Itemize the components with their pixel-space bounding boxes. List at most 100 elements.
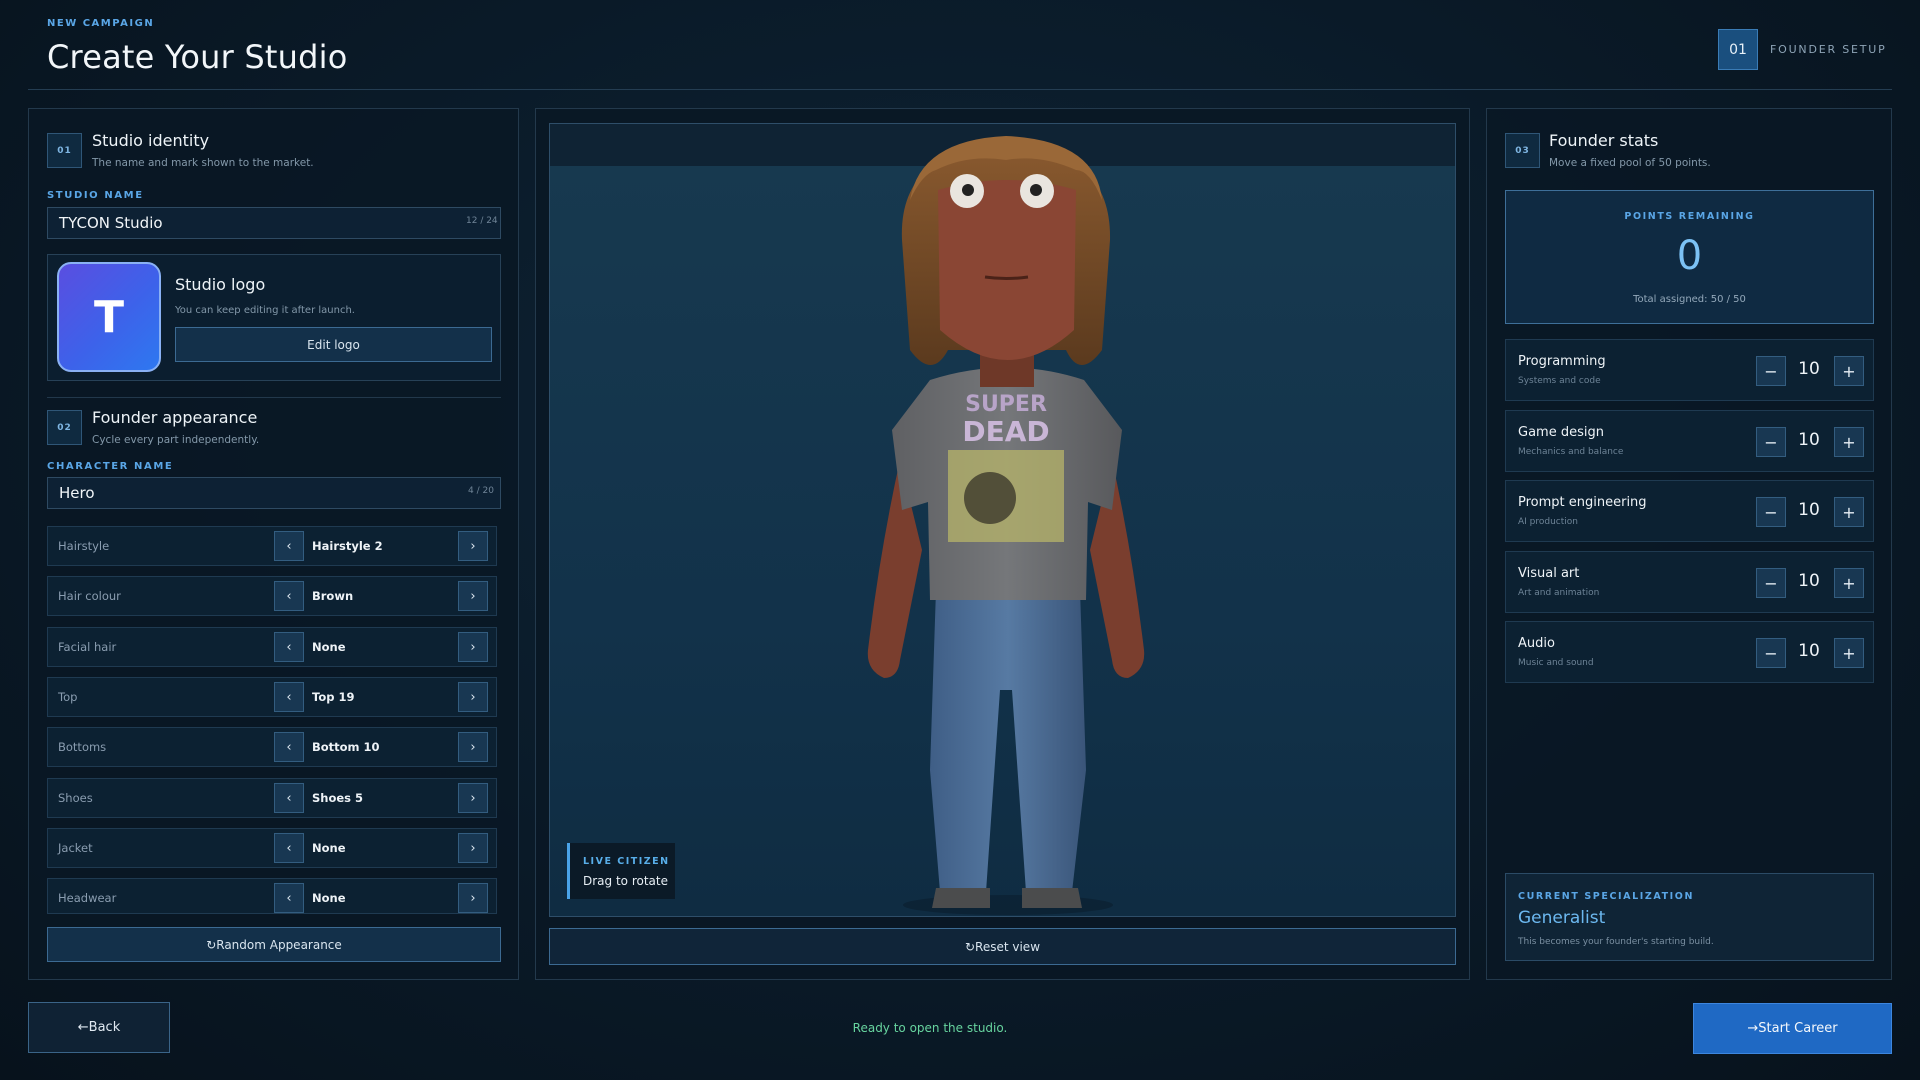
chevron-right-icon[interactable]: ›	[458, 581, 488, 611]
minus-icon[interactable]: −	[1756, 356, 1786, 386]
appearance-row-value: Top 19	[312, 690, 355, 704]
chevron-left-icon[interactable]: ‹	[274, 531, 304, 561]
drag-to-rotate-hint: Drag to rotate	[583, 874, 668, 888]
stat-description: Systems and code	[1518, 376, 1601, 386]
plus-icon[interactable]: +	[1834, 568, 1864, 598]
shirt-text-line-2: DEAD	[962, 415, 1049, 448]
appearance-section-badge: 02	[47, 410, 82, 445]
stat-description: Music and sound	[1518, 658, 1594, 668]
appearance-row-value: Brown	[312, 589, 354, 603]
character-name-label: CHARACTER NAME	[47, 461, 174, 472]
points-remaining-label: POINTS REMAINING	[1624, 211, 1755, 222]
chevron-right-icon[interactable]: ›	[458, 632, 488, 662]
identity-section-subtitle: The name and mark shown to the market.	[92, 157, 314, 169]
stat-row-prompt-engineering: Prompt engineering AI production − 10 +	[1505, 480, 1874, 542]
step-number-badge: 01	[1718, 29, 1758, 70]
character-name-input[interactable]: Hero	[47, 477, 501, 509]
step-label: FOUNDER SETUP	[1770, 43, 1887, 56]
stats-section-subtitle: Move a fixed pool of 50 points.	[1549, 157, 1711, 169]
stat-value: 10	[1798, 571, 1820, 591]
stat-name: Prompt engineering	[1518, 495, 1647, 510]
minus-icon[interactable]: −	[1756, 497, 1786, 527]
random-appearance-button[interactable]: ↻Random Appearance	[47, 927, 501, 962]
plus-icon[interactable]: +	[1834, 427, 1864, 457]
stat-row-game-design: Game design Mechanics and balance − 10 +	[1505, 410, 1874, 472]
studio-logo-tile[interactable]: T	[57, 262, 161, 372]
appearance-row-shoes: Shoes ‹ Shoes 5 ›	[47, 778, 497, 818]
stat-row-audio: Audio Music and sound − 10 +	[1505, 621, 1874, 683]
founder-character-model[interactable]: SUPER DEAD	[840, 130, 1170, 916]
chevron-right-icon[interactable]: ›	[458, 883, 488, 913]
section-divider	[47, 397, 501, 398]
identity-section-badge: 01	[47, 133, 82, 168]
points-remaining-card: POINTS REMAINING 0 Total assigned: 50 / …	[1505, 190, 1874, 324]
chevron-left-icon[interactable]: ‹	[274, 833, 304, 863]
stat-value: 10	[1798, 641, 1820, 661]
studio-name-label: STUDIO NAME	[47, 190, 144, 201]
chevron-left-icon[interactable]: ‹	[274, 732, 304, 762]
chevron-left-icon[interactable]: ‹	[274, 682, 304, 712]
reset-view-button[interactable]: ↻Reset view	[549, 928, 1456, 965]
specialization-value: Generalist	[1518, 908, 1606, 928]
appearance-row-bottoms: Bottoms ‹ Bottom 10 ›	[47, 727, 497, 767]
edit-logo-button[interactable]: Edit logo	[175, 327, 492, 362]
appearance-row-hairstyle: Hairstyle ‹ Hairstyle 2 ›	[47, 526, 497, 566]
character-right-shoe	[1022, 888, 1082, 908]
appearance-row-value: Shoes 5	[312, 791, 364, 805]
chevron-left-icon[interactable]: ‹	[274, 581, 304, 611]
stat-row-programming: Programming Systems and code − 10 +	[1505, 339, 1874, 401]
chevron-left-icon[interactable]: ‹	[274, 632, 304, 662]
start-career-button[interactable]: →Start Career	[1693, 1003, 1892, 1054]
chevron-right-icon[interactable]: ›	[458, 783, 488, 813]
total-assigned-text: Total assigned: 50 / 50	[1633, 294, 1746, 305]
stat-value: 10	[1798, 500, 1820, 520]
plus-icon[interactable]: +	[1834, 356, 1864, 386]
stat-row-visual-art: Visual art Art and animation − 10 +	[1505, 551, 1874, 613]
stat-name: Programming	[1518, 354, 1606, 369]
character-left-pupil	[962, 184, 974, 196]
appearance-row-label: Headwear	[58, 891, 117, 905]
plus-icon[interactable]: +	[1834, 638, 1864, 668]
minus-icon[interactable]: −	[1756, 568, 1786, 598]
stat-description: Mechanics and balance	[1518, 447, 1624, 457]
page-title: Create Your Studio	[47, 38, 348, 76]
appearance-section-subtitle: Cycle every part independently.	[92, 434, 260, 446]
appearance-row-value: None	[312, 891, 346, 905]
appearance-row-facial-hair: Facial hair ‹ None ›	[47, 627, 497, 667]
character-face	[938, 180, 1076, 360]
chevron-right-icon[interactable]: ›	[458, 833, 488, 863]
plus-icon[interactable]: +	[1834, 497, 1864, 527]
stat-description: AI production	[1518, 517, 1578, 527]
chevron-left-icon[interactable]: ‹	[274, 783, 304, 813]
chevron-right-icon[interactable]: ›	[458, 732, 488, 762]
minus-icon[interactable]: −	[1756, 427, 1786, 457]
back-button[interactable]: ←Back	[28, 1002, 170, 1053]
shirt-graphic-figure	[964, 472, 1016, 524]
live-citizen-title: LIVE CITIZEN	[583, 856, 670, 867]
appearance-row-top: Top ‹ Top 19 ›	[47, 677, 497, 717]
appearance-row-value: Hairstyle 2	[312, 539, 383, 553]
studio-name-input[interactable]: TYCON Studio	[47, 207, 501, 239]
chevron-left-icon[interactable]: ‹	[274, 883, 304, 913]
chevron-right-icon[interactable]: ›	[458, 531, 488, 561]
current-specialization-card: CURRENT SPECIALIZATION Generalist This b…	[1505, 873, 1874, 961]
stat-name: Audio	[1518, 636, 1555, 651]
appearance-row-hair-colour: Hair colour ‹ Brown ›	[47, 576, 497, 616]
character-right-pupil	[1030, 184, 1042, 196]
chevron-right-icon[interactable]: ›	[458, 682, 488, 712]
stats-section-title: Founder stats	[1549, 131, 1659, 150]
stats-section-badge: 03	[1505, 133, 1540, 168]
character-jeans	[930, 590, 1086, 892]
specialization-description: This becomes your founder's starting bui…	[1518, 937, 1714, 947]
studio-name-counter: 12 / 24	[466, 216, 498, 226]
stat-value: 10	[1798, 359, 1820, 379]
character-mouth	[984, 275, 1029, 280]
appearance-row-label: Facial hair	[58, 640, 117, 654]
appearance-row-value: None	[312, 841, 346, 855]
points-remaining-value: 0	[1676, 233, 1703, 279]
header-divider	[28, 89, 1892, 90]
stat-value: 10	[1798, 430, 1820, 450]
minus-icon[interactable]: −	[1756, 638, 1786, 668]
studio-logo-subtitle: You can keep editing it after launch.	[175, 305, 355, 316]
studio-logo-title: Studio logo	[175, 275, 266, 294]
